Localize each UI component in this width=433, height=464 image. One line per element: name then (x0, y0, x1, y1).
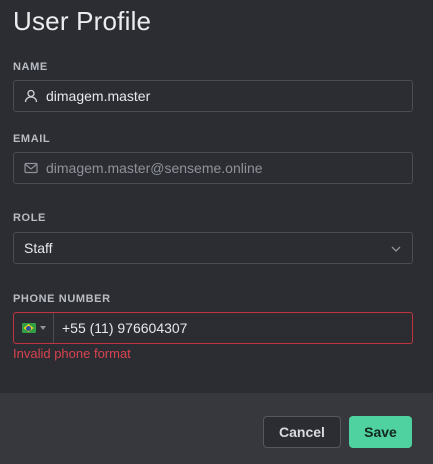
name-value: dimagem.master (46, 88, 151, 104)
dialog-footer: Cancel Save (0, 393, 433, 464)
role-value: Staff (24, 240, 53, 256)
save-button[interactable]: Save (349, 416, 412, 448)
user-profile-dialog: User Profile NAME dimagem.master EMAIL d… (0, 0, 433, 464)
role-select[interactable]: Staff (13, 232, 413, 264)
phone-value: +55 (11) 976604307 (62, 320, 188, 336)
cancel-button[interactable]: Cancel (263, 416, 341, 448)
email-field[interactable]: dimagem.master@senseme.online (13, 152, 413, 184)
user-icon (24, 89, 38, 103)
caret-down-icon (39, 326, 46, 330)
name-field[interactable]: dimagem.master (13, 80, 413, 112)
phone-error-message: Invalid phone format (13, 346, 131, 361)
chevron-down-icon (390, 242, 402, 254)
phone-field[interactable]: +55 (11) 976604307 (13, 312, 413, 344)
country-select[interactable] (14, 313, 54, 343)
name-label: NAME (13, 61, 48, 73)
brazil-flag-icon (21, 323, 36, 333)
email-label: EMAIL (13, 133, 51, 145)
email-value: dimagem.master@senseme.online (46, 160, 263, 176)
role-label: ROLE (13, 212, 46, 224)
mail-icon (24, 161, 38, 175)
dialog-title: User Profile (13, 6, 152, 36)
phone-label: PHONE NUMBER (13, 293, 111, 305)
